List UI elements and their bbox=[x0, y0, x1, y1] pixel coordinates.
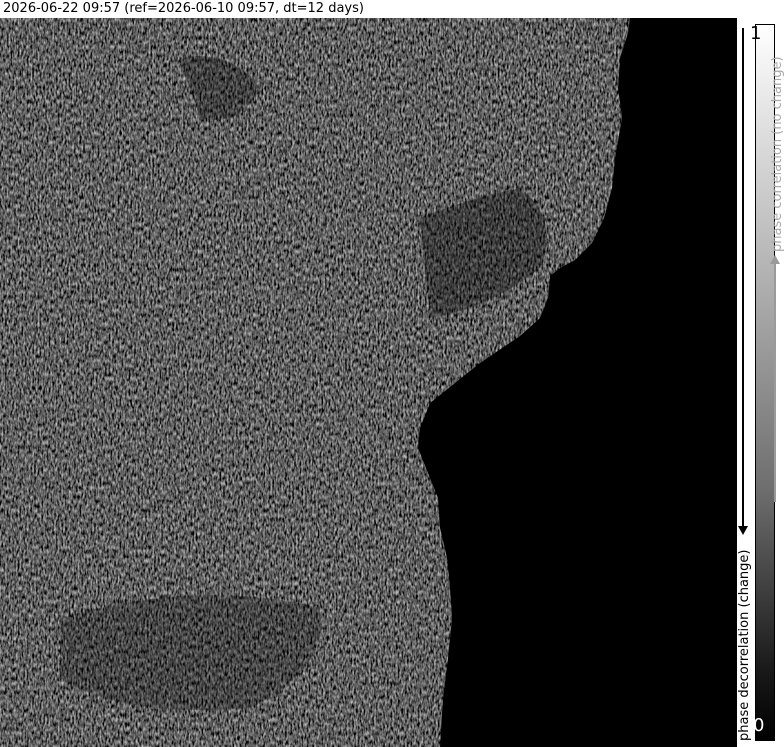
arrow-up-icon bbox=[770, 255, 780, 264]
figure: 2026-06-22 09:57 (ref=2026-06-10 09:57, … bbox=[0, 0, 784, 747]
figure-title: 2026-06-22 09:57 (ref=2026-06-10 09:57, … bbox=[3, 1, 364, 16]
change-arrow-shaft bbox=[742, 28, 744, 528]
colorbar-min-label: 0 bbox=[753, 715, 765, 736]
colorbar-low-label: phase decorrelation (change) bbox=[737, 549, 752, 741]
no-change-arrow-shaft bbox=[774, 262, 776, 502]
coherence-image bbox=[0, 18, 737, 747]
title-bar: 2026-06-22 09:57 (ref=2026-06-10 09:57, … bbox=[0, 0, 784, 18]
coherence-raster bbox=[0, 18, 737, 747]
colorbar-high-label: phase correlation (no change) bbox=[770, 56, 784, 252]
colorbar-max-label: 1 bbox=[750, 23, 762, 44]
arrow-down-icon bbox=[738, 526, 748, 535]
